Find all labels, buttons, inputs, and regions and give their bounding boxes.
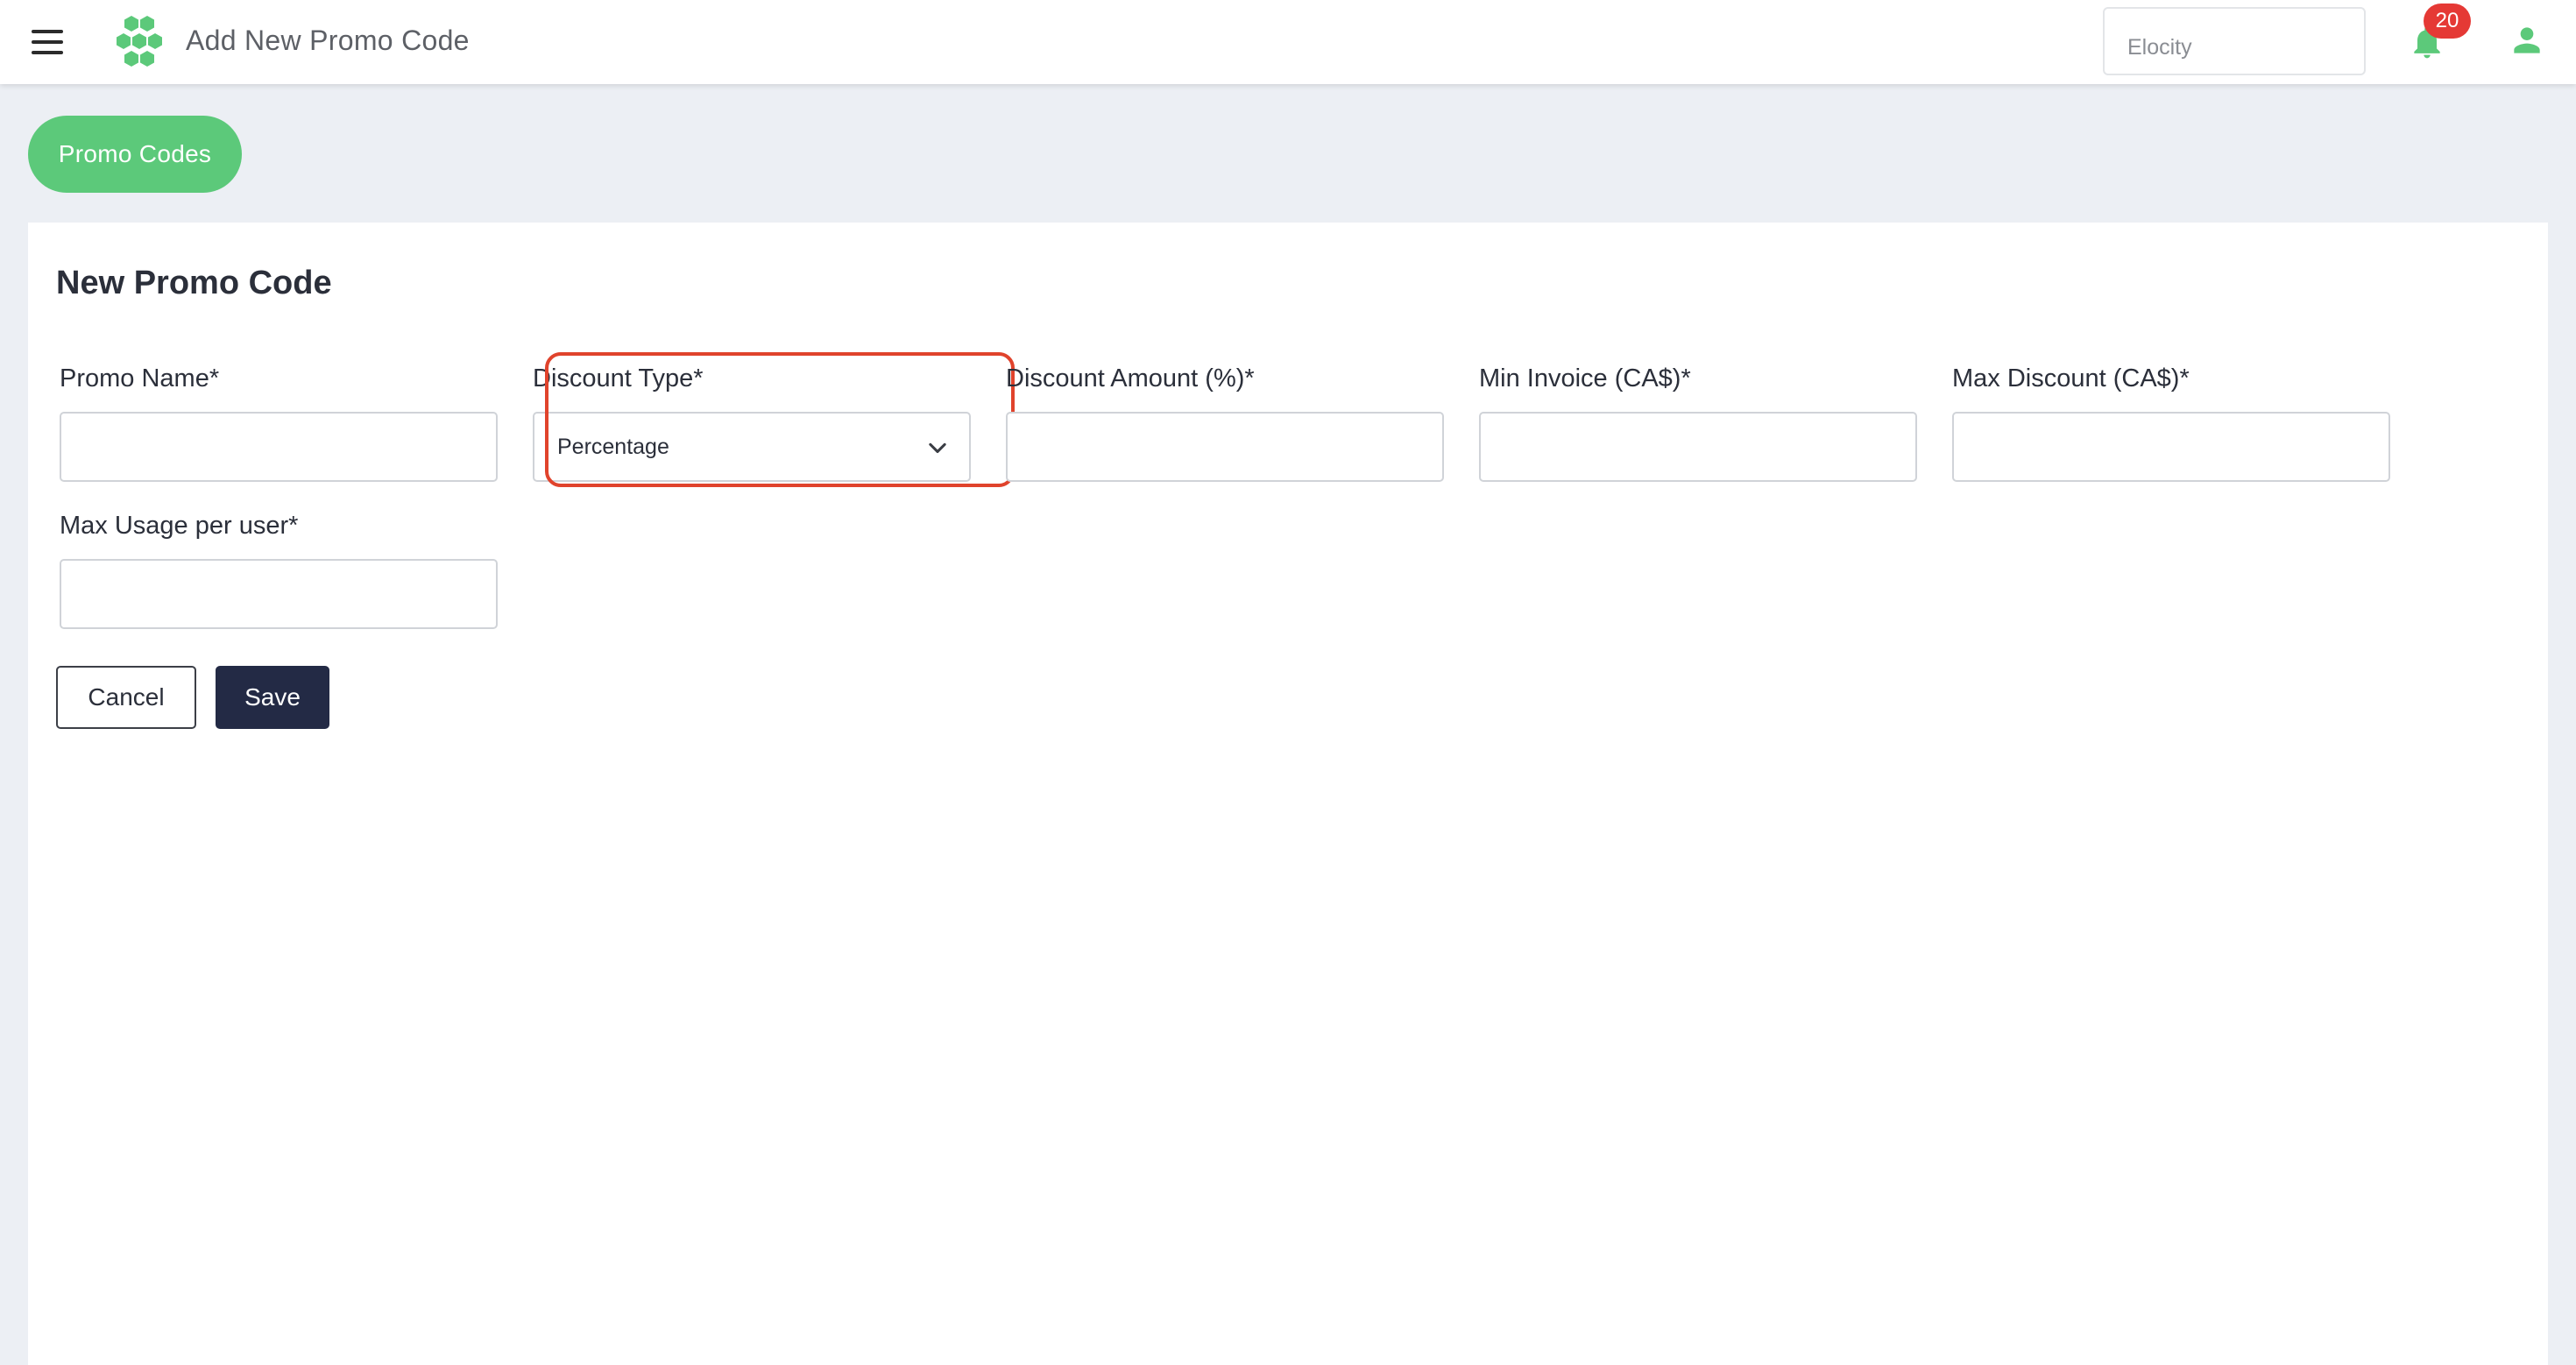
discount-type-value: Percentage (557, 435, 669, 459)
promo-codes-button[interactable]: Promo Codes (28, 116, 242, 193)
max-discount-field: Max Discount (CA$)* (1952, 361, 2390, 482)
max-usage-input[interactable] (60, 559, 498, 629)
max-usage-label: Max Usage per user* (60, 512, 299, 540)
discount-amount-input[interactable] (1006, 412, 1444, 482)
discount-type-field: Discount Type* Percentage (533, 361, 971, 482)
organization-select[interactable]: Elocity (2103, 7, 2366, 75)
min-invoice-label: Min Invoice (CA$)* (1479, 364, 1691, 393)
chevron-down-icon (929, 442, 946, 454)
save-button[interactable]: Save (216, 666, 329, 729)
promo-name-input[interactable] (60, 412, 498, 482)
discount-amount-field: Discount Amount (%)* (1006, 361, 1444, 482)
promo-name-label: Promo Name* (60, 364, 220, 393)
max-usage-field: Max Usage per user* (60, 508, 498, 629)
form-title: New Promo Code (56, 265, 332, 301)
app-logo-icon (117, 16, 162, 67)
top-bar: Add New Promo Code Elocity 20 (0, 0, 2576, 84)
max-discount-input[interactable] (1952, 412, 2390, 482)
notification-count-badge: 20 (2424, 4, 2471, 39)
min-invoice-input[interactable] (1479, 412, 1917, 482)
user-icon[interactable] (2508, 21, 2546, 60)
discount-type-select[interactable]: Percentage (533, 412, 971, 482)
hamburger-menu-icon[interactable] (28, 26, 70, 58)
promo-form-card: New Promo Code Promo Name* Discount Type… (28, 223, 2548, 1365)
cancel-button[interactable]: Cancel (56, 666, 196, 729)
discount-type-label: Discount Type* (533, 364, 704, 393)
min-invoice-field: Min Invoice (CA$)* (1479, 361, 1917, 482)
max-discount-label: Max Discount (CA$)* (1952, 364, 2190, 393)
page-title: Add New Promo Code (186, 25, 470, 56)
promo-name-field: Promo Name* (60, 361, 498, 482)
discount-amount-label: Discount Amount (%)* (1006, 364, 1255, 393)
